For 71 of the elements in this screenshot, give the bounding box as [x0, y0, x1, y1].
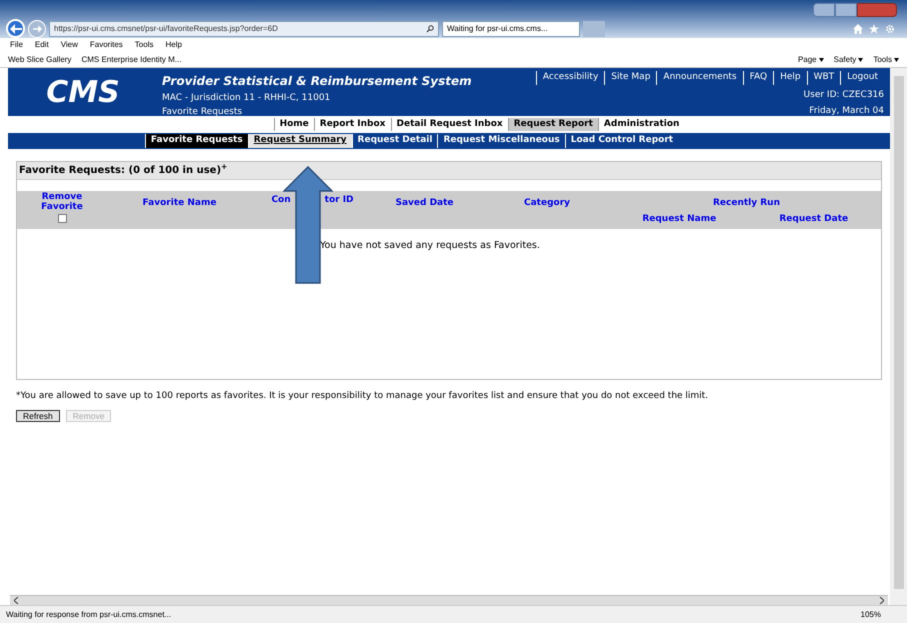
address-bar[interactable]: https://psr-ui.cms.cmsnet/psr-ui/favoriteRequests.jsp?order=6D: [49, 20, 439, 36]
close-button[interactable]: [857, 3, 897, 17]
menu-item[interactable]: Favorites: [90, 39, 123, 51]
header-link[interactable]: Help: [773, 71, 807, 84]
footnote-text: *You are allowed to save up to 100 reports as favorites. It is your responsibility to manage your favorites list and ensure that you do not exceed the limit.: [16, 390, 710, 403]
page-name: Favorite Requests: [162, 106, 244, 118]
scroll-left-icon[interactable]: [14, 597, 19, 604]
new-tab-button[interactable]: [583, 20, 605, 36]
column-header[interactable]: Category: [524, 197, 570, 229]
menu-item[interactable]: File: [10, 39, 23, 51]
nav-tab[interactable]: Request Report: [508, 118, 598, 132]
panel-title: Favorite Requests: (0 of 100 in use)$^{+}$: [17, 162, 881, 179]
column-header[interactable]: Remove Favorite: [32, 192, 92, 212]
column-header[interactable]: Request Date: [779, 213, 848, 229]
jurisdiction-text: MAC - Jurisdiction 11 - RHHI-C, 11001: [162, 92, 332, 105]
minimize-button[interactable]: [813, 3, 835, 17]
zoom-level[interactable]: 105%: [860, 608, 881, 620]
forward-arrow-icon: [32, 24, 42, 32]
dropdown-caret-icon: [894, 58, 899, 62]
tab-title: Waiting for psr-ui.cms.cms...: [447, 22, 548, 34]
back-button[interactable]: [6, 19, 25, 38]
logo: CMS: [45, 74, 121, 112]
command-menu[interactable]: Safety: [834, 54, 864, 66]
menu-item[interactable]: Tools: [134, 39, 154, 51]
search-icon: [426, 24, 434, 32]
forward-button[interactable]: [28, 20, 46, 38]
scroll-right-icon[interactable]: [879, 597, 884, 604]
sub-nav-tab[interactable]: Favorite Requests: [144, 134, 248, 148]
sub-nav-tab[interactable]: Request Detail: [352, 134, 438, 148]
header-link[interactable]: Logout: [840, 71, 884, 84]
dropdown-caret-icon: [858, 58, 864, 62]
site-title: Provider Statistical & Reimbursement System: [162, 73, 472, 90]
favorites-bar-item[interactable]: CMS Enterprise Identity M...: [81, 54, 182, 66]
action-button[interactable]: Refresh: [16, 410, 60, 422]
dropdown-caret-icon: [818, 58, 824, 62]
column-header[interactable]: Request Name: [642, 213, 716, 229]
header-link[interactable]: Site Map: [604, 71, 656, 84]
sub-nav-tab[interactable]: Request Summary: [248, 134, 352, 148]
select-all-checkbox[interactable]: [58, 214, 66, 223]
settings-icon[interactable]: [885, 24, 895, 34]
command-menu[interactable]: Page: [798, 54, 824, 66]
sub-nav-tab[interactable]: Request Miscellaneous: [437, 134, 565, 148]
sub-nav-tab[interactable]: Load Control Report: [564, 134, 678, 148]
header-link[interactable]: FAQ: [742, 71, 774, 84]
maximize-button[interactable]: [835, 3, 857, 17]
nav-tab[interactable]: Administration: [598, 118, 684, 132]
nav-tab[interactable]: Home: [274, 118, 314, 132]
menu-item[interactable]: Edit: [34, 39, 49, 51]
user-id: User ID: CZEC316: [804, 88, 884, 102]
nav-tab[interactable]: Report Inbox: [314, 118, 390, 132]
star-icon[interactable]: [869, 24, 879, 34]
date-text: Friday, March 04: [809, 105, 884, 118]
column-header[interactable]: Saved Date: [395, 197, 454, 229]
url-text: https://psr-ui.cms.cmsnet/psr-ui/favoriteRequests.jsp?order=6D: [54, 22, 279, 34]
column-header-fragment: Con: [271, 194, 291, 207]
horizontal-scrollbar[interactable]: [10, 595, 888, 605]
back-arrow-icon: [10, 24, 22, 34]
favorites-bar-item[interactable]: Web Slice Gallery: [8, 54, 72, 66]
column-header-fragment: tor ID: [324, 194, 354, 207]
menu-item[interactable]: Help: [165, 39, 182, 51]
header-link[interactable]: Accessibility: [536, 71, 604, 84]
status-text: Waiting for response from psr-ui.cms.cmsnet...: [6, 608, 172, 620]
column-group-header: Recently Run: [712, 197, 780, 210]
header-link[interactable]: Announcements: [656, 71, 743, 84]
home-icon[interactable]: [853, 24, 863, 34]
header-link[interactable]: WBT: [806, 71, 840, 84]
browser-tab[interactable]: Waiting for psr-ui.cms.cms...: [442, 20, 580, 36]
command-menu[interactable]: Tools: [873, 54, 899, 66]
menu-item[interactable]: View: [60, 39, 78, 51]
column-header[interactable]: Favorite Name: [142, 197, 216, 229]
empty-message: You have not saved any requests as Favorites.: [320, 240, 540, 251]
